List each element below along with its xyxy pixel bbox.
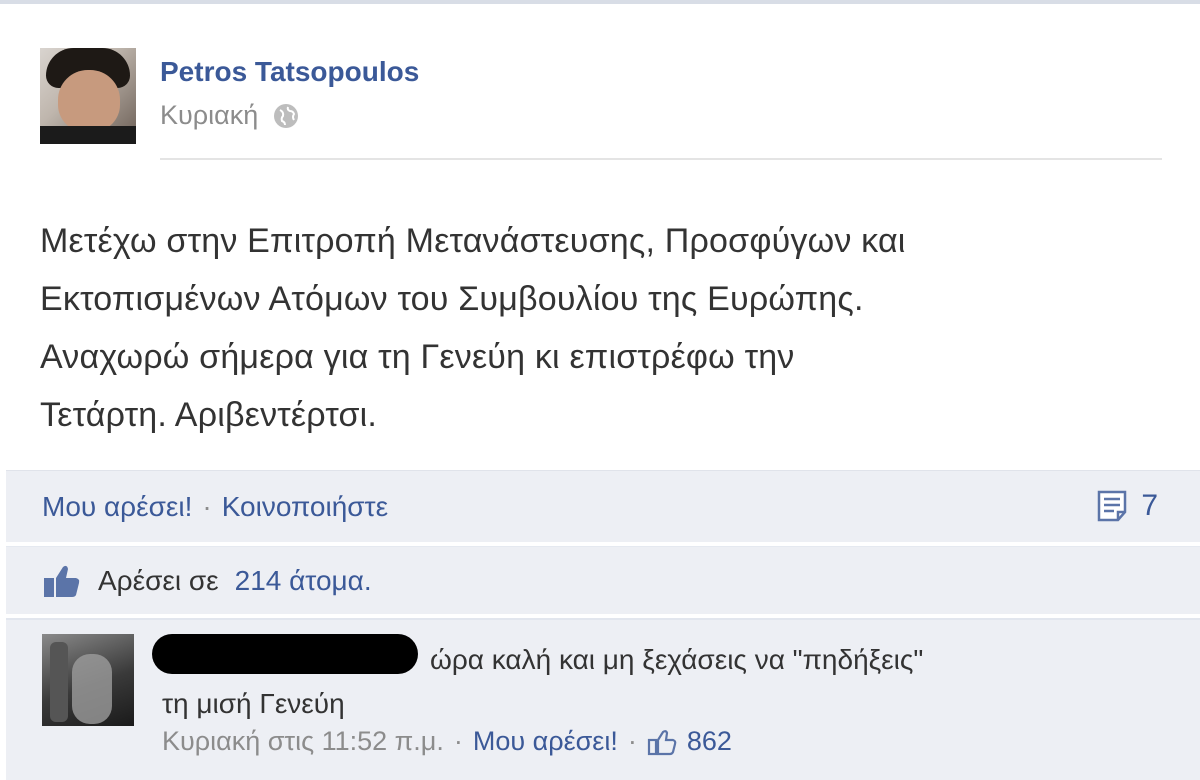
comment-count-button[interactable]: 7 [1095, 489, 1158, 523]
share-link[interactable]: Κοινοποιήστε [222, 491, 388, 523]
comment-like-link[interactable]: Μου αρέσει! [473, 726, 618, 757]
comment-timestamp[interactable]: Κυριακή στις 11:52 π.μ. [162, 726, 444, 757]
like-link[interactable]: Μου αρέσει! [42, 491, 192, 523]
post-message: Μετέχω στην Επιτροπή Μετανάστευσης, Προσ… [40, 212, 1170, 444]
author-name[interactable]: Petros Tatsopoulos [160, 56, 419, 88]
small-thumbs-up-icon[interactable] [647, 728, 677, 756]
post-message-line: Μετέχω στην Επιτροπή Μετανάστευσης, Προσ… [40, 222, 906, 260]
facebook-post: Petros Tatsopoulos Κυριακή Μετέχω στην Ε… [0, 0, 1200, 780]
comment-count: 7 [1141, 489, 1158, 522]
action-links: Μου αρέσει! · Κοινοποιήστε [42, 491, 388, 523]
post-message-line: Αναχωρώ σήμερα για τη Γενεύη κι επιστρέφ… [40, 338, 795, 376]
post-meta: Κυριακή [160, 100, 300, 131]
post-message-line: Εκτοπισμένων Ατόμων του Συμβουλίου της Ε… [40, 280, 864, 318]
comment-like-count[interactable]: 862 [687, 726, 732, 757]
comment-icon [1098, 490, 1127, 522]
comment-body: ώρα καλή και μη ξεχάσεις να "πηδήξεις" τ… [162, 638, 1162, 726]
comment-line: ώρα καλή και μη ξεχάσεις να "πηδήξεις" [430, 644, 924, 675]
action-bar: Μου αρέσει! · Κοινοποιήστε 7 [6, 470, 1200, 542]
post-timestamp[interactable]: Κυριακή [160, 100, 258, 131]
likes-prefix: Αρέσει σε [98, 565, 219, 596]
author-avatar[interactable] [40, 48, 136, 144]
commenter-avatar[interactable] [42, 634, 134, 726]
likes-count-link[interactable]: 214 άτομα. [235, 565, 372, 597]
comment-line: τη μισή Γενεύη [162, 688, 345, 719]
comment: ώρα καλή και μη ξεχάσεις να "πηδήξεις" τ… [6, 618, 1200, 780]
top-border [0, 0, 1200, 4]
action-separator: · [202, 491, 212, 522]
comment-separator: · [627, 726, 637, 756]
thumbs-up-icon [44, 565, 80, 597]
likes-summary-content: Αρέσει σε 214 άτομα. [42, 563, 372, 599]
likes-summary: Αρέσει σε 214 άτομα. [6, 546, 1200, 614]
post-header: Petros Tatsopoulos Κυριακή [40, 48, 1162, 160]
comment-meta: Κυριακή στις 11:52 π.μ. · Μου αρέσει! · … [162, 726, 732, 757]
comment-separator: · [453, 726, 463, 756]
globe-icon[interactable] [272, 102, 300, 130]
header-divider [160, 158, 1162, 160]
post-message-line: Τετάρτη. Αριβεντέρτσι. [40, 396, 378, 434]
